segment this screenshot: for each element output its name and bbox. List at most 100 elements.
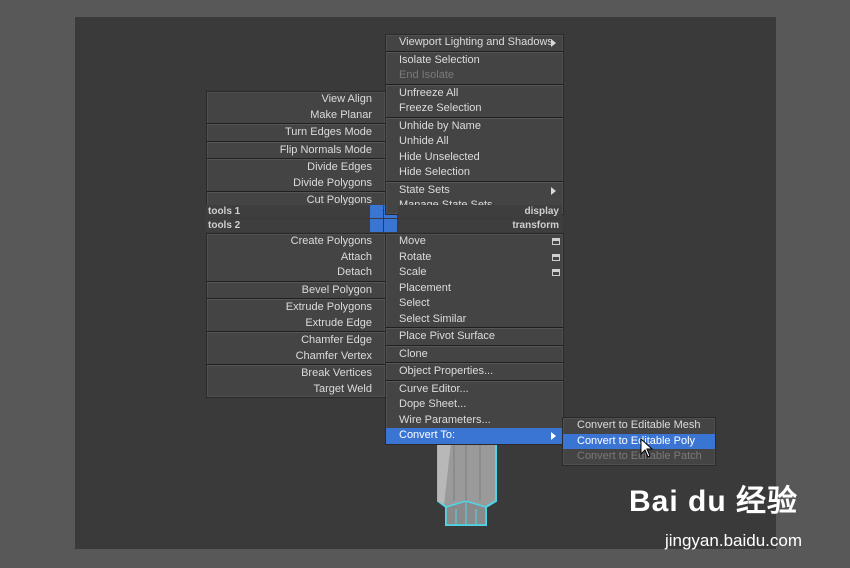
menu-item-extrude-edge[interactable]: Extrude Edge bbox=[207, 316, 385, 332]
submenu-item-convert-to-editable-mesh[interactable]: Convert to Editable Mesh bbox=[563, 418, 715, 434]
menu-item-scale[interactable]: Scale bbox=[386, 265, 563, 281]
menu-item-label: Divide Edges bbox=[307, 161, 372, 173]
menu-item-wire-parameters[interactable]: Wire Parameters... bbox=[386, 413, 563, 429]
menu-item-clone[interactable]: Clone bbox=[386, 347, 563, 363]
quad-selector-tools-1[interactable] bbox=[370, 205, 383, 218]
menu-item-label: Rotate bbox=[399, 250, 432, 263]
menu-item-label: Wire Parameters... bbox=[399, 413, 491, 426]
menu-item-view-align[interactable]: View Align bbox=[207, 92, 385, 108]
quad-label-transform: transform bbox=[512, 220, 559, 231]
watermark-url: jingyan.baidu.com bbox=[664, 531, 802, 550]
menu-item-label: Create Polygons bbox=[290, 235, 372, 247]
submenu-item-convert-to-editable-patch: Convert to Editable Patch bbox=[563, 449, 715, 465]
menu-item-target-weld[interactable]: Target Weld bbox=[207, 382, 385, 398]
quad-label-tools-2-row: tools 2 bbox=[206, 219, 372, 232]
menu-item-object-properties[interactable]: Object Properties... bbox=[386, 364, 563, 380]
menu-item-label: Flip Normals Mode bbox=[279, 143, 372, 156]
menu-item-label: Scale bbox=[399, 266, 427, 278]
menu-item-place-pivot-surface[interactable]: Place Pivot Surface bbox=[386, 329, 563, 345]
menu-item-label: Detach bbox=[337, 266, 372, 278]
menu-item-dope-sheet[interactable]: Dope Sheet... bbox=[386, 397, 563, 413]
menu-item-label: Break Vertices bbox=[301, 367, 372, 379]
menu-item-chamfer-vertex[interactable]: Chamfer Vertex bbox=[207, 349, 385, 365]
submenu-arrow-icon bbox=[551, 432, 556, 440]
menu-item-divide-polygons[interactable]: Divide Polygons bbox=[207, 176, 385, 192]
menu-item-label: Unhide All bbox=[399, 135, 449, 147]
menu-item-make-planar[interactable]: Make Planar bbox=[207, 108, 385, 124]
quad-label-tools-2: tools 2 bbox=[208, 220, 241, 231]
menu-item-unhide-all[interactable]: Unhide All bbox=[386, 134, 563, 150]
submenu-item-label: Convert to Editable Mesh bbox=[577, 419, 701, 431]
quad-menu-tools-1: View Align Make Planar Turn Edges Mode Flip… bbox=[206, 91, 386, 210]
settings-box-icon[interactable] bbox=[552, 253, 560, 261]
menu-item-convert-to[interactable]: Convert To: bbox=[386, 428, 563, 444]
menu-item-label: Chamfer Edge bbox=[301, 334, 372, 346]
menu-item-attach[interactable]: Attach bbox=[207, 250, 385, 266]
menu-item-label: Unfreeze All bbox=[399, 86, 459, 99]
quad-label-display-row: display bbox=[398, 205, 562, 218]
menu-item-freeze-selection[interactable]: Freeze Selection bbox=[386, 101, 563, 117]
menu-item-chamfer-edge[interactable]: Chamfer Edge bbox=[207, 333, 385, 349]
menu-item-label: Hide Selection bbox=[399, 166, 470, 178]
watermark-logo: Bai du 经验 bbox=[629, 476, 798, 520]
menu-item-label: Dope Sheet... bbox=[399, 398, 467, 410]
menu-item-bevel-polygon[interactable]: Bevel Polygon bbox=[207, 283, 385, 299]
submenu-item-convert-to-editable-poly[interactable]: Convert to Editable Poly bbox=[563, 433, 715, 449]
quad-selector-tools-2[interactable] bbox=[370, 219, 383, 232]
menu-item-label: Bevel Polygon bbox=[301, 283, 372, 296]
quad-label-transform-row: transform bbox=[398, 219, 562, 232]
menu-item-label: Object Properties... bbox=[399, 365, 494, 377]
menu-item-label: Turn Edges Mode bbox=[284, 126, 372, 138]
menu-item-unfreeze-all[interactable]: Unfreeze All bbox=[386, 86, 563, 102]
menu-item-break-vertices[interactable]: Break Vertices bbox=[207, 366, 385, 382]
menu-item-label: Convert To: bbox=[399, 429, 456, 441]
menu-item-divide-edges[interactable]: Divide Edges bbox=[207, 160, 385, 176]
menu-item-unhide-by-name[interactable]: Unhide by Name bbox=[386, 119, 563, 135]
menu-item-hide-selection[interactable]: Hide Selection bbox=[386, 165, 563, 181]
menu-item-label: Isolate Selection bbox=[399, 53, 480, 66]
menu-item-select[interactable]: Select bbox=[386, 296, 563, 312]
menu-item-label: Viewport Lighting and Shadows bbox=[399, 36, 553, 48]
menu-item-label: Curve Editor... bbox=[399, 382, 469, 395]
menu-item-label: Hide Unselected bbox=[399, 150, 480, 163]
settings-box-icon[interactable] bbox=[552, 269, 560, 276]
menu-item-viewport-lighting[interactable]: Viewport Lighting and Shadows bbox=[386, 35, 563, 51]
menu-item-label: End Isolate bbox=[399, 69, 455, 81]
menu-item-detach[interactable]: Detach bbox=[207, 265, 385, 281]
menu-item-label: Unhide by Name bbox=[399, 119, 481, 132]
menu-item-label: Placement bbox=[399, 281, 451, 294]
submenu-item-label: Convert to Editable Poly bbox=[577, 434, 696, 447]
menu-item-label: Select bbox=[399, 297, 430, 309]
menu-item-label: Extrude Polygons bbox=[285, 301, 372, 313]
mouse-cursor-icon bbox=[640, 438, 654, 458]
menu-item-label: Select Similar bbox=[399, 312, 467, 325]
menu-item-label: Attach bbox=[340, 250, 372, 263]
menu-item-rotate[interactable]: Rotate bbox=[386, 250, 563, 266]
quad-selector-transform[interactable] bbox=[384, 219, 397, 232]
menu-item-flip-normals-mode[interactable]: Flip Normals Mode bbox=[207, 143, 385, 159]
menu-item-label: Chamfer Vertex bbox=[295, 349, 372, 362]
quad-menu-transform: Move Rotate Scale Placement Select Selec… bbox=[385, 233, 564, 445]
menu-item-label: Move bbox=[399, 235, 426, 247]
menu-item-move[interactable]: Move bbox=[386, 234, 563, 250]
menu-item-extrude-polygons[interactable]: Extrude Polygons bbox=[207, 300, 385, 316]
menu-item-curve-editor[interactable]: Curve Editor... bbox=[386, 382, 563, 398]
submenu-arrow-icon bbox=[551, 39, 556, 47]
settings-box-icon[interactable] bbox=[552, 238, 560, 245]
menu-item-label: Make Planar bbox=[310, 108, 372, 121]
quad-label-tools-1: tools 1 bbox=[208, 206, 241, 217]
menu-item-placement[interactable]: Placement bbox=[386, 281, 563, 297]
menu-item-label: Target Weld bbox=[313, 382, 373, 395]
menu-item-create-polygons[interactable]: Create Polygons bbox=[207, 234, 385, 250]
menu-item-select-similar[interactable]: Select Similar bbox=[386, 312, 563, 328]
menu-item-label: Freeze Selection bbox=[399, 102, 482, 114]
menu-item-label: Clone bbox=[399, 347, 428, 360]
menu-item-label: Extrude Edge bbox=[305, 316, 372, 329]
submenu-arrow-icon bbox=[551, 186, 556, 195]
menu-item-state-sets[interactable]: State Sets bbox=[386, 183, 563, 199]
menu-item-hide-unselected[interactable]: Hide Unselected bbox=[386, 150, 563, 166]
menu-item-turn-edges-mode[interactable]: Turn Edges Mode bbox=[207, 125, 385, 141]
menu-item-end-isolate: End Isolate bbox=[386, 68, 563, 84]
menu-item-isolate-selection[interactable]: Isolate Selection bbox=[386, 53, 563, 69]
quad-label-display: display bbox=[524, 206, 559, 217]
